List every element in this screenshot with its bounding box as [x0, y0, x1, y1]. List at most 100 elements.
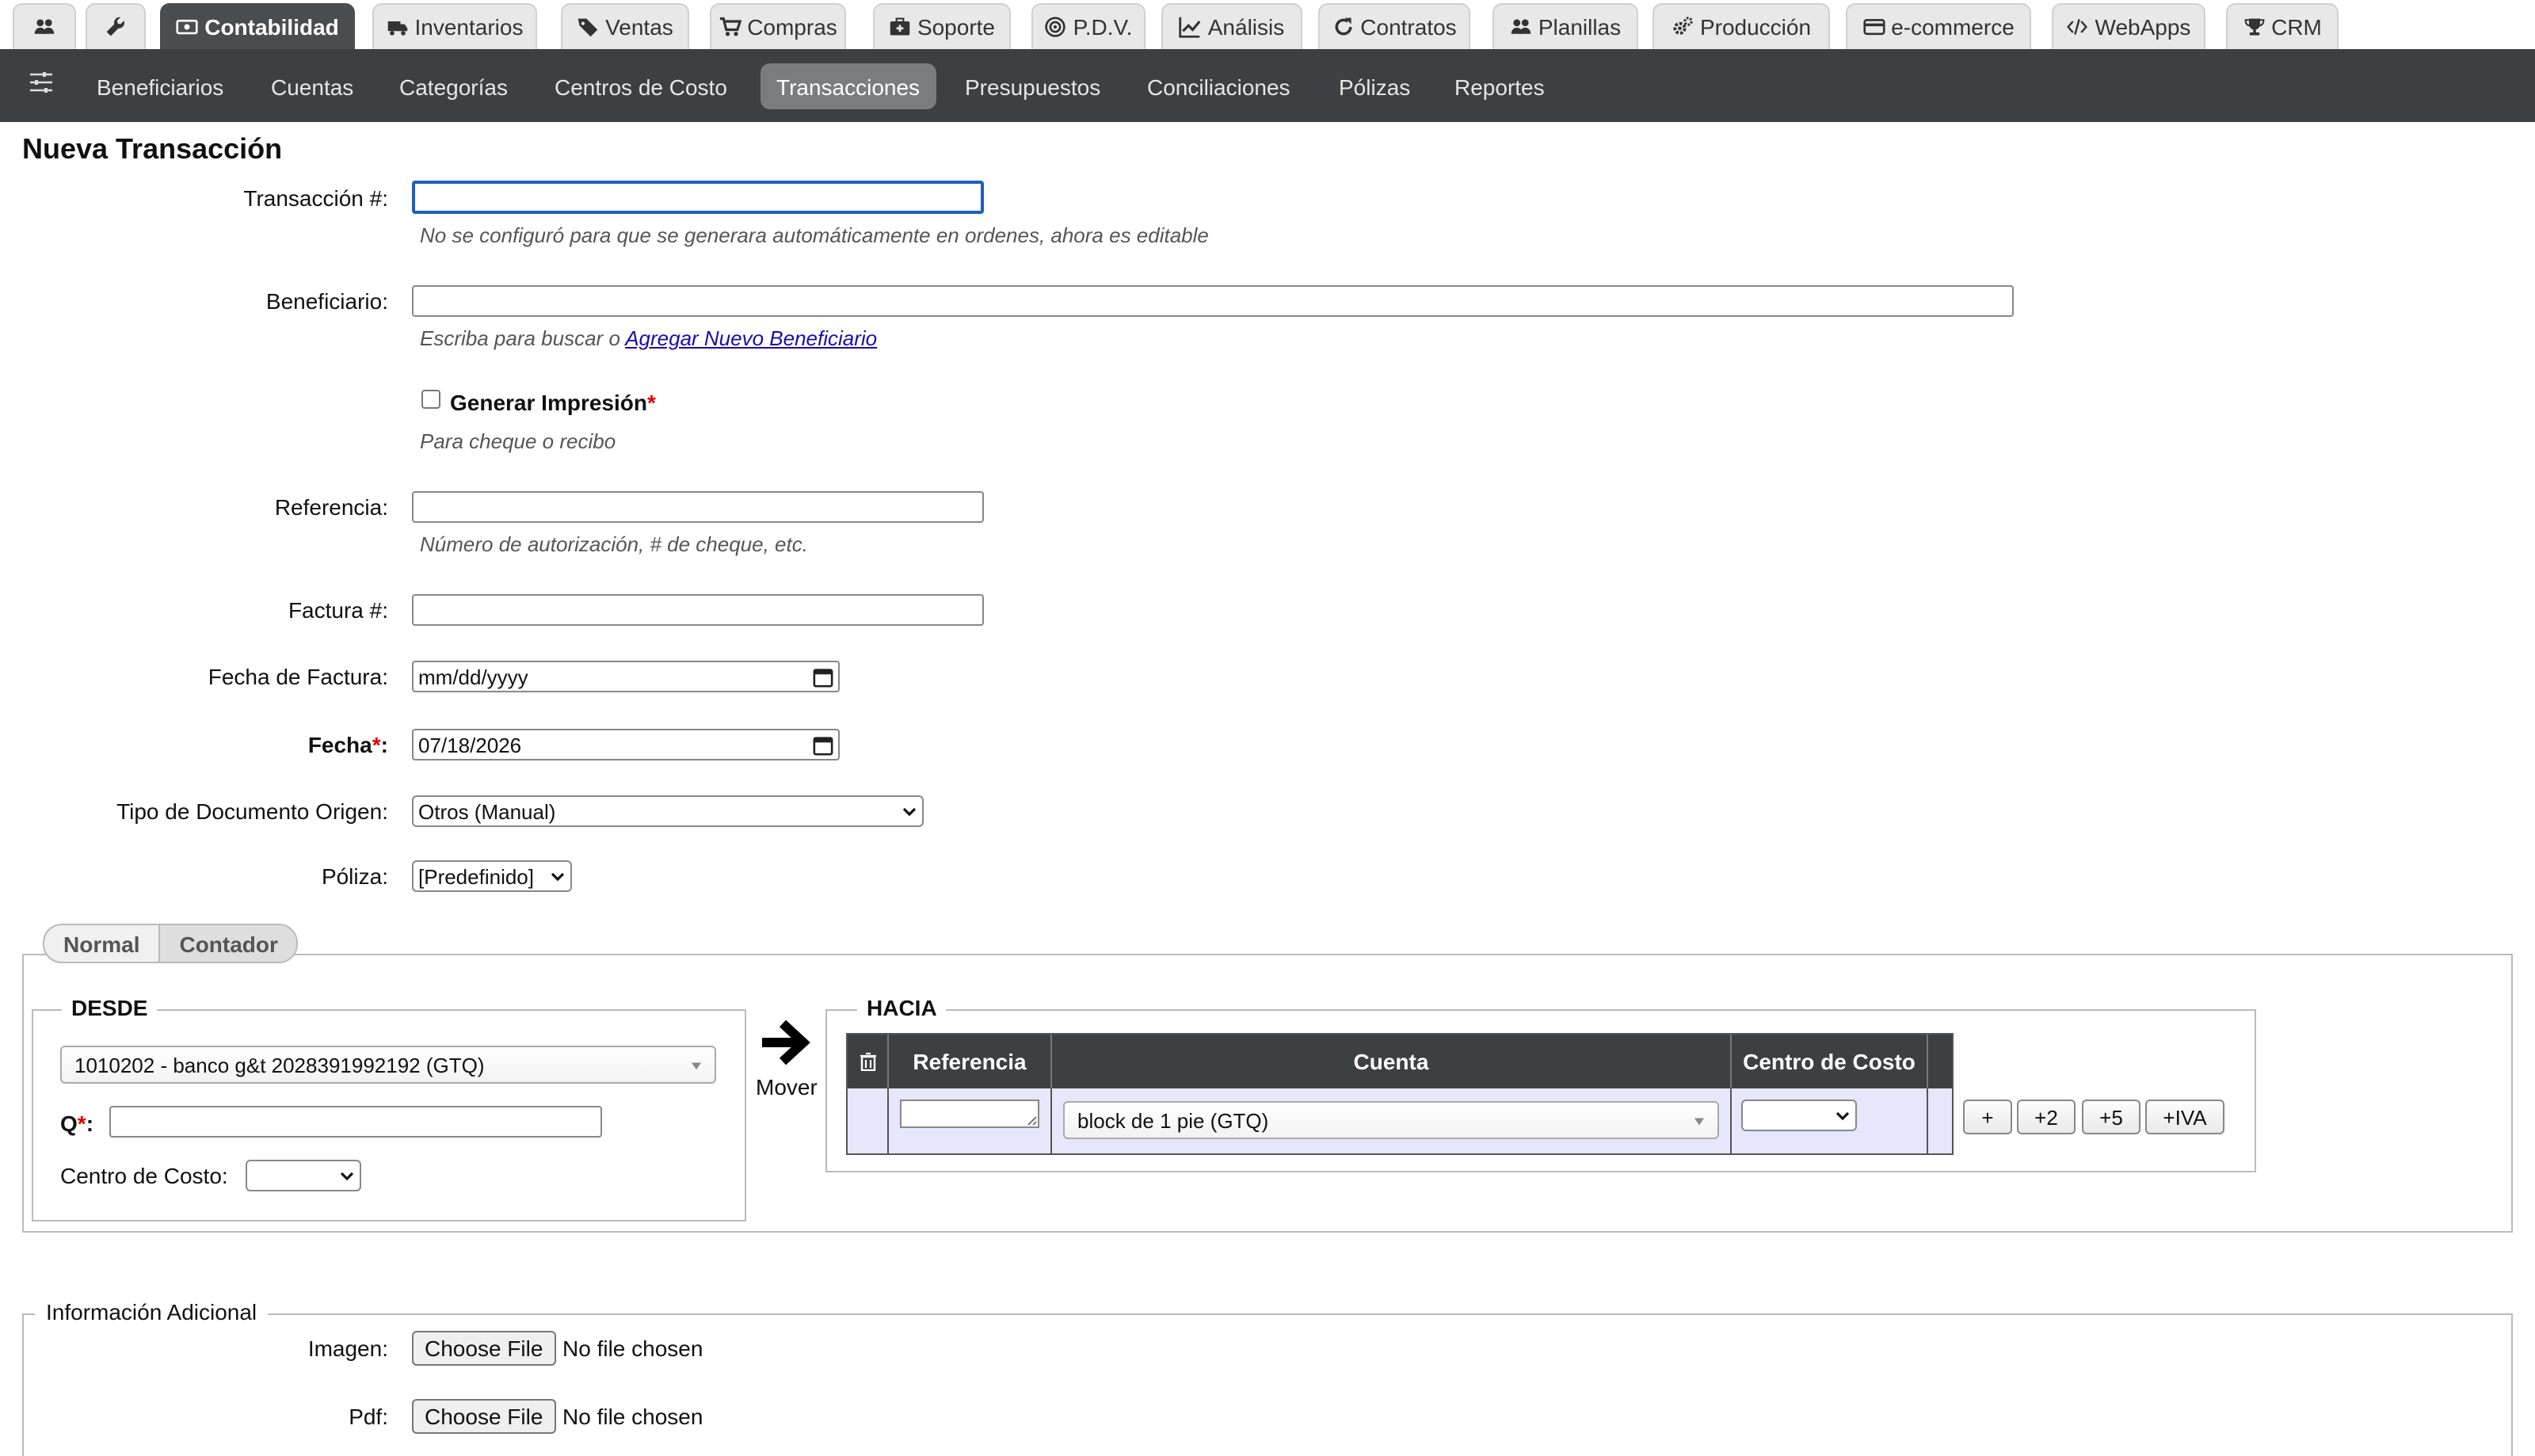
- add-iva-button[interactable]: +IVA: [2145, 1100, 2224, 1134]
- submenu-item-reportes[interactable]: Reportes: [1439, 63, 1561, 109]
- tab-normal[interactable]: Normal: [44, 925, 158, 962]
- module-tab-contabilidad[interactable]: Contabilidad: [160, 3, 355, 49]
- cart-icon: [719, 17, 741, 36]
- row-centro-select[interactable]: [1741, 1100, 1857, 1131]
- imagen-label: Imagen:: [307, 1336, 388, 1361]
- module-label: Contratos: [1360, 14, 1457, 40]
- row-cuenta-select[interactable]: block de 1 pie (GTQ): [1063, 1101, 1719, 1139]
- column-header-cuenta: Cuenta: [1052, 1035, 1732, 1088]
- arrow-right-icon: [762, 1020, 810, 1065]
- fecha-input[interactable]: 07/18/2026: [412, 729, 840, 760]
- module-tab-compras[interactable]: Compras: [710, 3, 846, 49]
- module-label: WebApps: [2095, 14, 2191, 40]
- module-tab-contratos[interactable]: Contratos: [1318, 3, 1470, 49]
- desde-cuenta-value: 1010202 - banco g&t 2028391992192 (GTQ): [74, 1053, 485, 1077]
- fecha-label-colon: :: [380, 732, 388, 757]
- module-tab-ventas[interactable]: Ventas: [561, 3, 689, 49]
- module-tab-webapps[interactable]: WebApps: [2052, 3, 2205, 49]
- module-tab-inventarios[interactable]: Inventarios: [372, 3, 537, 49]
- desde-centro-select[interactable]: [246, 1160, 361, 1191]
- module-tab-planillas[interactable]: Planillas: [1492, 3, 1638, 49]
- code-icon: [2067, 19, 2088, 35]
- refresh-icon: [1334, 17, 1351, 36]
- required-marker: *: [647, 390, 656, 415]
- module-label: Contabilidad: [204, 14, 339, 40]
- users-icon: [1511, 19, 1531, 34]
- submenu-item-categorias[interactable]: Categorías: [383, 63, 524, 109]
- tipo-documento-select[interactable]: Otros (Manual): [412, 795, 924, 827]
- factura-label: Factura #:: [288, 597, 388, 623]
- delete-column-header: [848, 1035, 889, 1088]
- module-tab-analisis[interactable]: Análisis: [1161, 3, 1302, 49]
- calendar-icon[interactable]: [813, 734, 833, 755]
- submenu-item-centros-costo[interactable]: Centros de Costo: [539, 63, 743, 109]
- module-tab-soporte[interactable]: Soporte: [873, 3, 1011, 49]
- submenu-item-presupuestos[interactable]: Presupuestos: [949, 63, 1116, 109]
- resize-handle-icon[interactable]: [1027, 1115, 1038, 1126]
- module-tab-ecommerce[interactable]: e-commerce: [1846, 3, 2031, 49]
- submenu-item-polizas[interactable]: Pólizas: [1323, 63, 1426, 109]
- module-tab-tools[interactable]: [86, 3, 146, 49]
- q-label-colon: :: [86, 1111, 94, 1136]
- beneficiario-help: Escriba para buscar o Agregar Nuevo Bene…: [420, 326, 877, 350]
- poliza-select[interactable]: [Predefinido]: [412, 860, 572, 892]
- add-5-rows-button[interactable]: +5: [2082, 1100, 2140, 1134]
- desde-legend: DESDE: [62, 995, 158, 1020]
- submenu-item-transacciones[interactable]: Transacciones: [760, 63, 936, 109]
- chevron-down-icon: [340, 1172, 354, 1181]
- transaccion-input[interactable]: [412, 181, 984, 214]
- calendar-icon[interactable]: [813, 666, 833, 687]
- add-row-button[interactable]: +: [1963, 1100, 2012, 1134]
- desde-cuenta-select[interactable]: 1010202 - banco g&t 2028391992192 (GTQ): [60, 1046, 716, 1084]
- factura-input[interactable]: [412, 594, 984, 626]
- fecha-factura-input[interactable]: mm/dd/yyyy: [412, 661, 840, 692]
- medkit-icon: [890, 17, 910, 36]
- submenu-item-beneficiarios[interactable]: Beneficiarios: [81, 63, 239, 109]
- tab-contador[interactable]: Contador: [158, 925, 297, 962]
- target-icon: [1045, 17, 1066, 37]
- module-tab-pdv[interactable]: P.D.V.: [1031, 3, 1146, 49]
- column-header-centro-costo: Centro de Costo: [1732, 1035, 1928, 1088]
- tipo-documento-value: Otros (Manual): [418, 799, 556, 823]
- module-tab-crm[interactable]: CRM: [2226, 3, 2339, 49]
- row-cuenta-value: block de 1 pie (GTQ): [1077, 1108, 1269, 1132]
- module-label: Ventas: [605, 14, 673, 40]
- hacia-table: Referencia Cuenta Centro de Costo block …: [846, 1033, 1954, 1155]
- credit-card-icon: [1862, 18, 1885, 36]
- referencia-label: Referencia:: [274, 494, 388, 520]
- modules-bar: Contabilidad Inventarios Ventas Compras …: [0, 0, 2535, 49]
- beneficiario-input[interactable]: [412, 285, 2014, 317]
- mode-tabs: Normal Contador: [43, 924, 299, 963]
- generar-impresion-label: Generar Impresión*: [450, 390, 656, 415]
- sliders-icon[interactable]: [29, 70, 54, 95]
- module-label: Compras: [747, 14, 837, 40]
- module-label: e-commerce: [1891, 14, 2015, 40]
- page-title: Nueva Transacción: [22, 133, 283, 165]
- column-header-referencia: Referencia: [889, 1035, 1052, 1088]
- fecha-label: Fecha*:: [308, 732, 388, 757]
- submenu-item-conciliaciones[interactable]: Conciliaciones: [1131, 63, 1306, 109]
- imagen-choose-file-button[interactable]: Choose File: [412, 1331, 556, 1366]
- generar-impresion-checkbox[interactable]: [421, 390, 440, 409]
- chevron-down-icon: [551, 872, 565, 882]
- add-2-rows-button[interactable]: +2: [2017, 1100, 2076, 1134]
- beneficiario-label: Beneficiario:: [265, 288, 388, 314]
- beneficiario-help-text: Escriba para buscar o: [420, 326, 620, 350]
- submenu-item-cuentas[interactable]: Cuentas: [255, 63, 369, 109]
- tipo-documento-label: Tipo de Documento Origen:: [116, 799, 388, 824]
- fecha-factura-value: mm/dd/yyyy: [418, 665, 528, 688]
- module-tab-users[interactable]: [13, 3, 76, 49]
- imagen-file-status: No file chosen: [562, 1336, 703, 1361]
- trash-icon[interactable]: [858, 1052, 877, 1071]
- accounting-submenu: Beneficiarios Cuentas Categorías Centros…: [0, 49, 2535, 122]
- add-beneficiario-link[interactable]: Agregar Nuevo Beneficiario: [625, 326, 877, 350]
- pdf-choose-file-button[interactable]: Choose File: [412, 1399, 556, 1434]
- chevron-down-icon: [902, 807, 917, 817]
- q-amount-input[interactable]: [109, 1106, 602, 1138]
- row-referencia-cell: [889, 1088, 1052, 1153]
- row-referencia-textarea[interactable]: [900, 1100, 1039, 1128]
- transaccion-label: Transacción #:: [243, 185, 388, 211]
- module-tab-produccion[interactable]: Producción: [1653, 3, 1830, 49]
- tags-icon: [578, 18, 598, 37]
- referencia-input[interactable]: [412, 491, 984, 523]
